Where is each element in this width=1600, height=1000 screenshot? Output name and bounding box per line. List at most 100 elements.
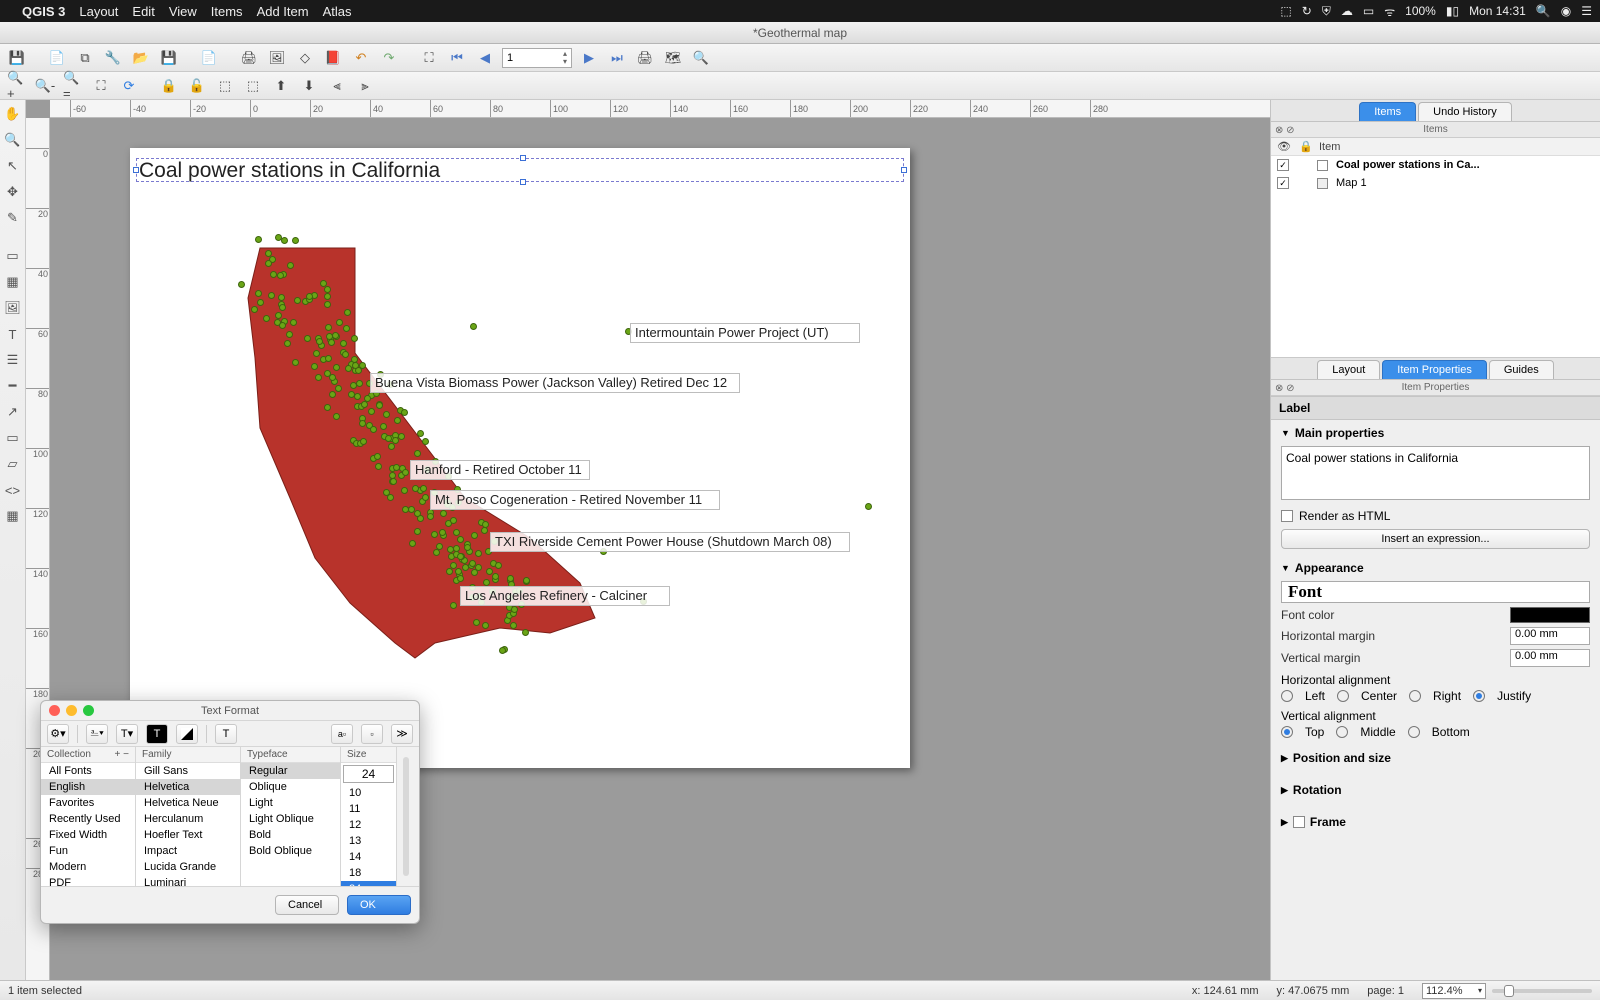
last-icon[interactable]: ⏭ [606, 47, 628, 69]
list-item[interactable]: Hoefler Text [136, 827, 240, 843]
wifi-icon[interactable]: ᯤ [1384, 3, 1395, 20]
list-item[interactable]: Lucida Grande [136, 859, 240, 875]
halign-center-radio[interactable] [1337, 690, 1349, 702]
list-item[interactable]: Fixed Width [41, 827, 135, 843]
bg-color-icon[interactable] [176, 724, 198, 744]
close-icon[interactable]: ⊗ ⊘ [1275, 123, 1295, 139]
display-icon[interactable]: ▭ [1363, 4, 1374, 18]
undo-icon[interactable]: ↶ [350, 47, 372, 69]
add-picture-icon[interactable]: 🖼 [3, 298, 23, 318]
first-icon[interactable]: ⏮ [446, 47, 468, 69]
zoom-in-icon[interactable]: 🔍+ [6, 75, 28, 97]
render-html-checkbox[interactable] [1281, 510, 1293, 522]
visible-checkbox[interactable]: ✓ [1277, 177, 1289, 189]
valign-top-radio[interactable] [1281, 726, 1293, 738]
refresh-icon[interactable]: ⟳ [118, 75, 140, 97]
shield-icon[interactable]: ⛨ [1322, 4, 1331, 19]
zoom-full-icon[interactable]: ⛶ [418, 47, 440, 69]
halign-justify-radio[interactable] [1473, 690, 1485, 702]
zoom-window-icon[interactable] [83, 705, 94, 716]
title-label-item[interactable]: Coal power stations in California [136, 158, 904, 182]
align-left-icon[interactable]: ⫷ [326, 75, 348, 97]
clock[interactable]: Mon 14:31 [1469, 4, 1526, 18]
distribute-icon[interactable]: ⫸ [354, 75, 376, 97]
ok-button[interactable]: OK [347, 895, 411, 915]
save-template-icon[interactable]: 💾 [158, 47, 180, 69]
list-item[interactable]: Light Oblique [241, 811, 340, 827]
zoom-slider[interactable] [1492, 989, 1592, 993]
ungroup-icon[interactable]: ⬚ [242, 75, 264, 97]
items-list[interactable]: 👁🔒Item ✓Coal power stations in Ca... ✓Ma… [1271, 138, 1600, 358]
add-label-icon[interactable]: T [3, 324, 23, 344]
notification-icon[interactable]: ☰ [1581, 4, 1592, 18]
gear-icon[interactable]: ⚙▾ [47, 724, 69, 744]
item-row-title[interactable]: ✓Coal power stations in Ca... [1271, 156, 1600, 174]
list-item[interactable]: 11 [341, 801, 396, 817]
font-color-swatch[interactable] [1510, 607, 1590, 623]
list-item[interactable]: Regular [241, 763, 340, 779]
list-item[interactable]: Favorites [41, 795, 135, 811]
add-html-icon[interactable]: <> [3, 480, 23, 500]
tab-layout[interactable]: Layout [1317, 360, 1380, 379]
tab-item-properties[interactable]: Item Properties [1382, 360, 1487, 379]
list-item[interactable]: Helvetica Neue [136, 795, 240, 811]
move-content-icon[interactable]: ✥ [3, 182, 23, 202]
add-legend-icon[interactable]: ☰ [3, 350, 23, 370]
align-icon[interactable]: T [215, 724, 237, 744]
atlas-print-icon[interactable]: 🖨 [634, 47, 656, 69]
page-number-field[interactable]: 1▴▾ [502, 48, 572, 68]
add-shape-icon[interactable]: ▭ [3, 428, 23, 448]
atlas-settings-icon[interactable]: 🔍 [690, 47, 712, 69]
valign-bottom-radio[interactable] [1408, 726, 1420, 738]
list-item[interactable]: Luminari [136, 875, 240, 886]
list-item[interactable]: Helvetica [136, 779, 240, 795]
close-window-icon[interactable] [49, 705, 60, 716]
tab-guides[interactable]: Guides [1489, 360, 1554, 379]
font-button[interactable]: Font [1281, 581, 1590, 603]
collection-list[interactable]: Collection+ − All FontsEnglishFavoritesR… [41, 747, 136, 886]
group-icon[interactable]: ⬚ [214, 75, 236, 97]
export-svg-icon[interactable]: ◇ [294, 47, 316, 69]
visible-checkbox[interactable]: ✓ [1277, 159, 1289, 171]
v-margin-field[interactable]: 0.00 mm [1510, 649, 1590, 667]
main-properties-group[interactable]: ▼Main properties [1281, 426, 1590, 440]
list-item[interactable]: Bold [241, 827, 340, 843]
zoom-out-icon[interactable]: 🔍- [34, 75, 56, 97]
list-item[interactable]: Light [241, 795, 340, 811]
list-item[interactable]: English [41, 779, 135, 795]
rotation-group[interactable]: ▶Rotation [1281, 783, 1590, 797]
list-item[interactable]: 12 [341, 817, 396, 833]
dropbox-icon[interactable]: ⬚ [1280, 4, 1291, 18]
zoom-actual-icon[interactable]: 🔍= [62, 75, 84, 97]
battery-icon[interactable]: ▮▯ [1446, 4, 1459, 18]
menu-edit[interactable]: Edit [132, 4, 154, 19]
prev-icon[interactable]: ◀ [474, 47, 496, 69]
list-item[interactable]: Herculanum [136, 811, 240, 827]
list-item[interactable]: Gill Sans [136, 763, 240, 779]
list-item[interactable]: Oblique [241, 779, 340, 795]
menu-view[interactable]: View [169, 4, 197, 19]
layout-manager-icon[interactable]: 🔧 [102, 47, 124, 69]
menu-atlas[interactable]: Atlas [323, 4, 352, 19]
lower-icon[interactable]: ⬇ [298, 75, 320, 97]
list-item[interactable]: 14 [341, 849, 396, 865]
raise-icon[interactable]: ⬆ [270, 75, 292, 97]
minimize-window-icon[interactable] [66, 705, 77, 716]
add-page-icon[interactable]: 📄 [198, 47, 220, 69]
dialog-titlebar[interactable]: Text Format [41, 701, 419, 721]
list-item[interactable]: 13 [341, 833, 396, 849]
close-icon[interactable]: ⊗ ⊘ [1275, 381, 1295, 397]
position-size-group[interactable]: ▶Position and size [1281, 751, 1590, 765]
menu-items[interactable]: Items [211, 4, 243, 19]
add-map-icon[interactable]: ▭ [3, 246, 23, 266]
unlock-icon[interactable]: 🔓 [186, 75, 208, 97]
frame-group[interactable]: ▶Frame [1281, 815, 1590, 829]
add-arrow-icon[interactable]: ↗ [3, 402, 23, 422]
siri-icon[interactable]: ◉ [1561, 4, 1571, 18]
add-nodeshape-icon[interactable]: ▱ [3, 454, 23, 474]
text-color-icon[interactable]: T [146, 724, 168, 744]
cancel-button[interactable]: Cancel [275, 895, 339, 915]
list-item[interactable]: Fun [41, 843, 135, 859]
tab-undo-history[interactable]: Undo History [1418, 102, 1512, 121]
list-item[interactable]: 10 [341, 785, 396, 801]
